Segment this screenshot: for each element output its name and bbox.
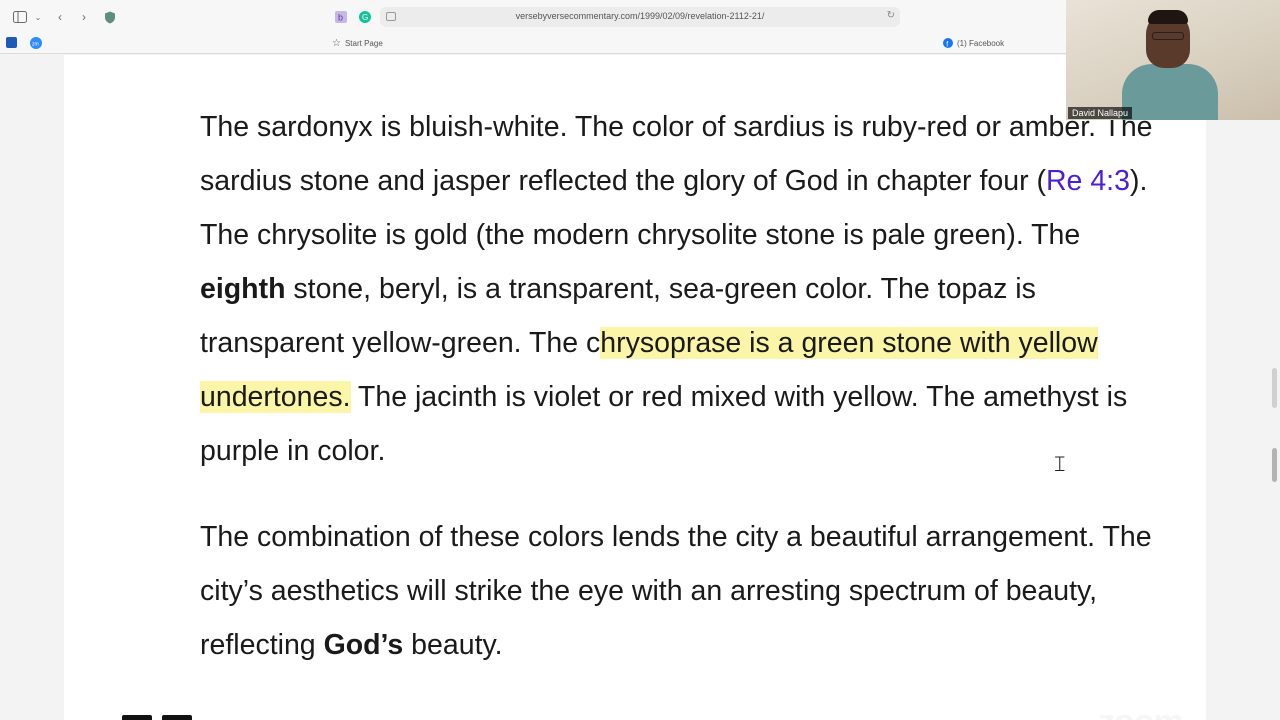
zoom-bookmark-icon[interactable]: zm — [30, 37, 42, 49]
scrollbar-thumb[interactable] — [1272, 448, 1277, 482]
scrollbar-marker — [1272, 368, 1277, 408]
extension-icon[interactable]: b — [333, 9, 349, 25]
para2-bold-gods: God’s — [323, 629, 404, 661]
text-cursor-icon: 𝙸 — [1052, 452, 1068, 477]
svg-text:G: G — [362, 13, 368, 22]
video-participant-tile[interactable]: David Nallapu — [1066, 0, 1280, 120]
bookmark-start-page-label: Start Page — [344, 39, 383, 48]
participant-hair — [1148, 10, 1188, 24]
chevron-down-icon[interactable]: ⌄ — [30, 9, 46, 25]
bookmark-start-page[interactable]: ☆ Start Page — [332, 38, 383, 49]
page-viewport: The sardonyx is bluish-white. The color … — [0, 55, 1280, 720]
address-bar[interactable]: versebyversecommentary.com/1999/02/09/re… — [380, 7, 900, 27]
grammarly-icon[interactable]: G — [357, 9, 373, 25]
paragraph-colors: The combination of these colors lends th… — [200, 510, 1160, 672]
scripture-link-re-4-3[interactable]: Re 4:3 — [1046, 165, 1130, 197]
zoom-watermark: zoom — [1098, 703, 1184, 720]
svg-text:zm: zm — [32, 42, 39, 48]
para2-text-2: beauty. — [403, 629, 503, 661]
url-text: versebyversecommentary.com/1999/02/09/re… — [515, 11, 765, 21]
participant-shirt — [1122, 64, 1218, 120]
reload-icon[interactable]: ↻ — [887, 10, 895, 21]
bookmark-facebook-label: (1) Facebook — [957, 38, 1005, 48]
facebook-icon: f — [943, 38, 953, 48]
sidebar-toggle-icon[interactable] — [12, 9, 28, 25]
svg-text:f: f — [946, 42, 948, 49]
scrollbar[interactable] — [1268, 55, 1280, 720]
svg-text:b: b — [338, 13, 343, 23]
para1-text-1: The sardonyx is bluish-white. The color … — [200, 111, 1153, 197]
cut-off-heading — [104, 55, 664, 61]
star-icon: ☆ — [332, 38, 341, 49]
paragraph-stones: The sardonyx is bluish-white. The color … — [200, 100, 1160, 478]
participant-name-label: David Nallapu — [1068, 107, 1133, 119]
bookmark-facebook[interactable]: f (1) Facebook — [943, 38, 1004, 48]
forward-icon[interactable]: › — [76, 9, 92, 25]
back-icon[interactable]: ‹ — [52, 9, 68, 25]
shield-icon[interactable] — [102, 9, 118, 25]
bookmark-icon-blue[interactable] — [6, 37, 17, 48]
para1-bold-eighth: eighth — [200, 273, 286, 305]
participant-glasses — [1152, 32, 1184, 40]
cut-off-next-heading — [122, 715, 212, 720]
article-content: The sardonyx is bluish-white. The color … — [64, 55, 1206, 720]
